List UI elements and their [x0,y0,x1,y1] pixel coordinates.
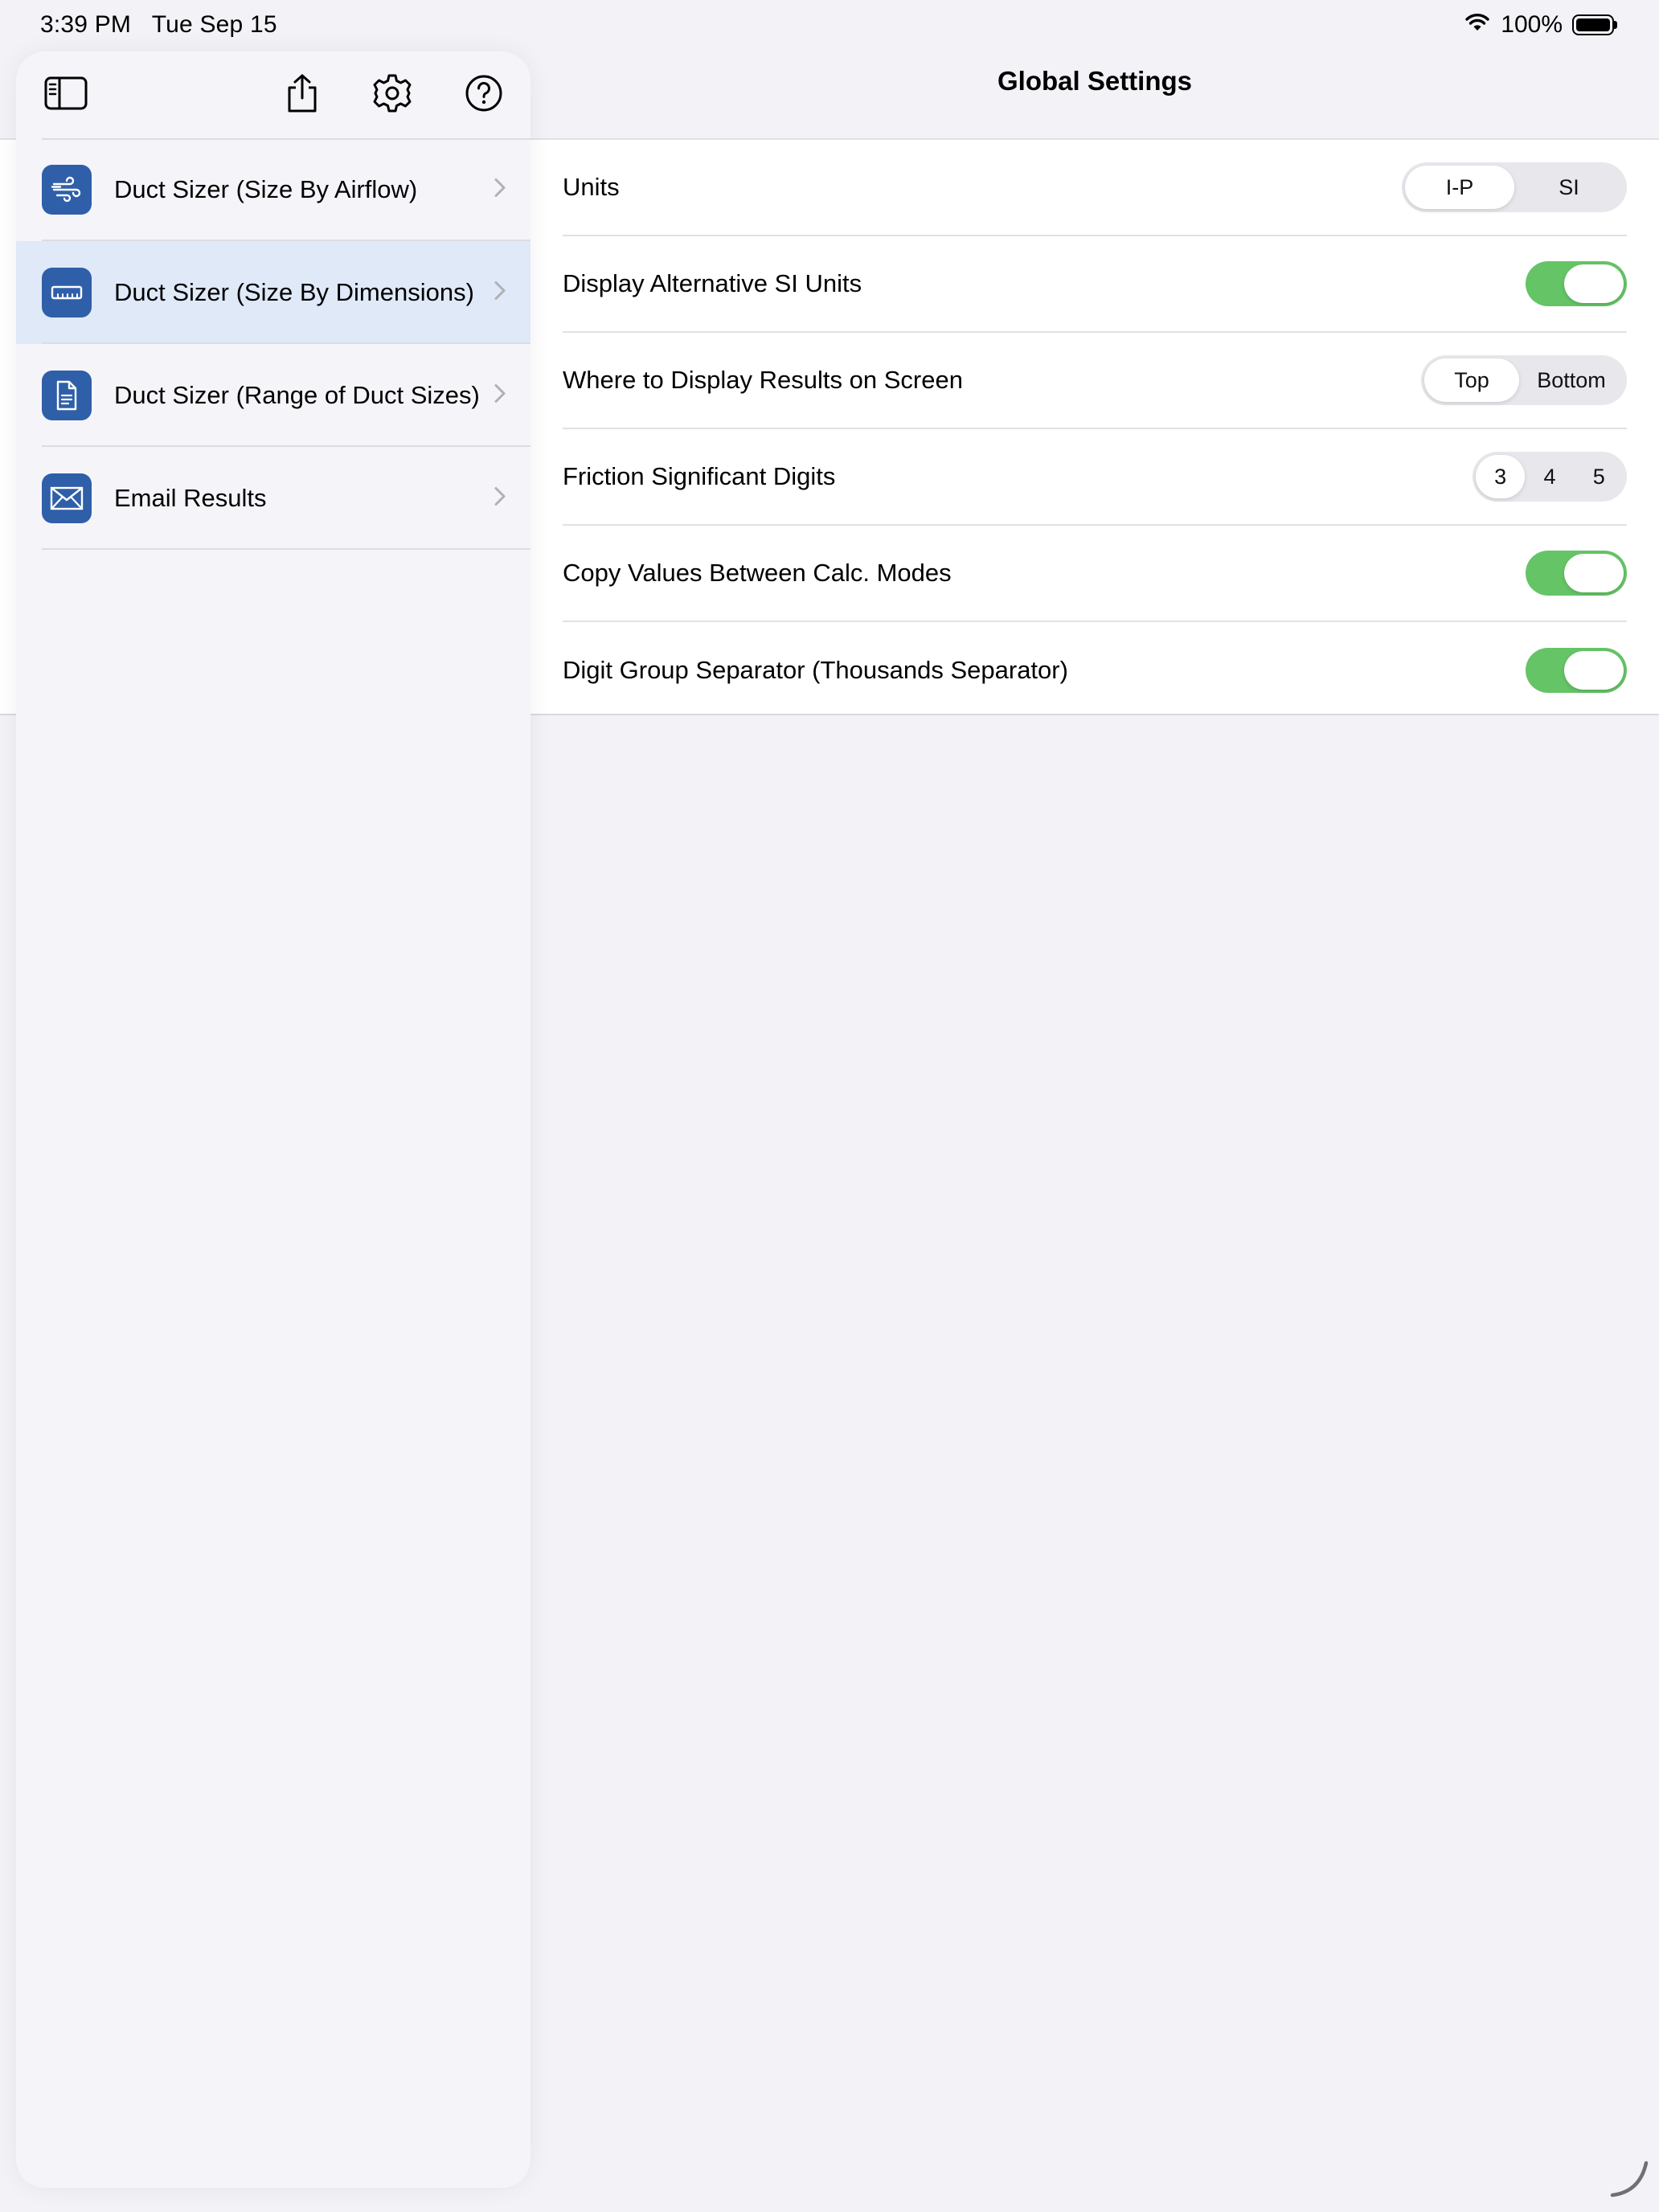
chevron-right-icon [494,178,506,203]
units-option-ip[interactable]: I-P [1405,166,1514,209]
sidebar-item-size-by-airflow[interactable]: Duct Sizer (Size By Airflow) [16,138,530,241]
sidebar-item-label: Duct Sizer (Size By Airflow) [114,175,418,203]
gear-icon [372,73,412,117]
setting-label-alt-si-units: Display Alternative SI Units [563,269,862,297]
friction-digits-segmented-control[interactable]: 3 4 5 [1473,452,1627,502]
setting-row-digit-separator: Digit Group Separator (Thousands Separat… [563,622,1627,719]
status-time-text: 3:39 PM [40,11,132,38]
help-icon [465,74,503,117]
sidebar-toolbar [16,51,530,138]
status-date-text: Tue Sep 15 [151,11,277,38]
setting-label-units: Units [563,173,620,201]
units-option-si[interactable]: SI [1514,166,1624,209]
chevron-right-icon [494,486,506,511]
setting-row-friction-digits: Friction Significant Digits 3 4 5 [563,429,1627,526]
share-button[interactable] [273,66,331,124]
setting-label-digit-separator: Digit Group Separator (Thousands Separat… [563,656,1068,684]
toggle-knob [1564,264,1624,303]
sidebar-item-email-results[interactable]: Email Results [16,447,530,550]
chevron-right-icon [494,281,506,305]
sidebar-item-size-by-dimensions[interactable]: Duct Sizer (Size By Dimensions) [16,241,530,344]
status-time: 3:39 PM Tue Sep 15 [40,11,277,39]
document-icon [42,371,92,420]
sidebar-list: Duct Sizer (Size By Airflow) Duct Sizer … [16,138,530,550]
units-segmented-control[interactable]: I-P SI [1402,162,1627,212]
battery-icon [1572,14,1617,35]
help-button[interactable] [455,66,513,124]
sidebar: Duct Sizer (Size By Airflow) Duct Sizer … [16,51,530,2188]
setting-row-copy-values: Copy Values Between Calc. Modes [563,526,1627,622]
results-position-option-top[interactable]: Top [1424,358,1519,402]
wind-icon [42,165,92,215]
sidebar-item-label: Duct Sizer (Size By Dimensions) [114,278,474,306]
toggle-knob [1564,651,1624,690]
chevron-right-icon [494,383,506,408]
copy-values-toggle[interactable] [1526,551,1627,596]
setting-row-results-position: Where to Display Results on Screen Top B… [563,333,1627,429]
envelope-icon [42,473,92,523]
ruler-icon [42,268,92,317]
wifi-icon [1464,11,1491,39]
sidebar-item-label: Duct Sizer (Range of Duct Sizes) [114,381,480,409]
toggle-knob [1564,554,1624,592]
setting-label-results-position: Where to Display Results on Screen [563,366,963,394]
results-position-option-bottom[interactable]: Bottom [1519,358,1624,402]
friction-digits-option-3[interactable]: 3 [1476,455,1526,498]
setting-label-copy-values: Copy Values Between Calc. Modes [563,559,952,587]
share-icon [285,73,320,117]
setting-label-friction-digits: Friction Significant Digits [563,462,836,490]
sidebar-item-range-of-duct-sizes[interactable]: Duct Sizer (Range of Duct Sizes) [16,344,530,447]
sidebar-toggle-button[interactable] [37,66,95,124]
page-title: Global Settings [530,66,1659,96]
resize-handle-icon [1608,2157,1651,2204]
friction-digits-option-4[interactable]: 4 [1525,455,1574,498]
status-indicators: 100% [1464,11,1617,39]
settings-button[interactable] [363,66,421,124]
setting-row-alt-si-units: Display Alternative SI Units [563,236,1627,333]
sidebar-item-label: Email Results [114,484,267,512]
battery-percent: 100% [1501,11,1563,38]
alt-si-units-toggle[interactable] [1526,261,1627,306]
page-title-text: Global Settings [997,66,1193,96]
sidebar-toggle-icon [44,76,88,114]
setting-row-units: Units I-P SI [563,140,1627,236]
results-position-segmented-control[interactable]: Top Bottom [1421,355,1627,405]
digit-separator-toggle[interactable] [1526,648,1627,693]
friction-digits-option-5[interactable]: 5 [1575,455,1624,498]
